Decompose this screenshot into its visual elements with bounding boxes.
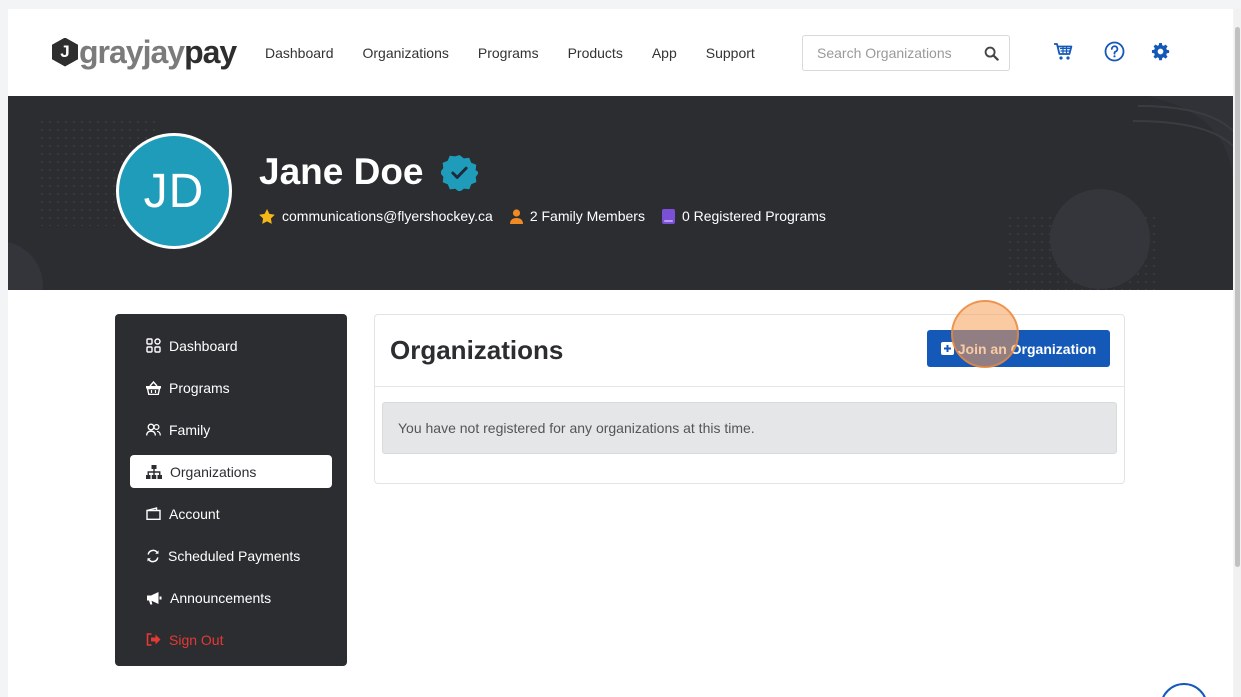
sign-out-icon (146, 633, 161, 646)
profile-email-item: communications@flyershockey.ca (259, 208, 493, 224)
logo-text: grayjaypay (79, 34, 237, 70)
empty-state-alert: You have not registered for any organiza… (382, 402, 1117, 454)
nav-link-app[interactable]: App (652, 45, 677, 61)
logo-badge: J (52, 37, 78, 67)
join-organization-button[interactable]: Join an Organization (927, 330, 1110, 367)
sidebar-item-label: Programs (169, 379, 230, 396)
sidebar-item-label: Organizations (170, 463, 257, 480)
sidebar-item-programs[interactable]: Programs (130, 371, 332, 404)
profile-meta: communications@flyershockey.ca 2 Family … (259, 208, 843, 224)
plus-square-icon (940, 342, 954, 355)
star-icon (259, 208, 275, 224)
users-icon (146, 423, 161, 436)
profile-banner: JD Jane Doe communications@flyershockey.… (8, 96, 1233, 290)
profile-family-item: 2 Family Members (509, 208, 645, 224)
logo-text-part1: grayjay (79, 34, 185, 70)
sidebar-item-sign-out[interactable]: Sign Out (130, 623, 332, 656)
profile-email: communications@flyershockey.ca (282, 208, 493, 224)
sidebar-item-label: Account (169, 505, 220, 522)
sidebar-item-announcements[interactable]: Announcements (130, 581, 332, 614)
search-icon[interactable] (984, 46, 999, 61)
card-header: Organizations Join an Organization (375, 315, 1124, 387)
sidebar-item-family[interactable]: Family (130, 413, 332, 446)
sidebar-item-label: Scheduled Payments (168, 547, 301, 564)
sidebar-item-organizations[interactable]: Organizations (130, 455, 332, 488)
top-navbar: J grayjaypay Dashboard Organizations Pro… (8, 9, 1233, 96)
profile-programs-item: 0 Registered Programs (661, 208, 826, 224)
nav-link-dashboard[interactable]: Dashboard (265, 45, 334, 61)
profile-name: Jane Doe (259, 151, 424, 192)
nav-link-support[interactable]: Support (706, 45, 755, 61)
gear-icon[interactable] (1151, 42, 1170, 61)
join-organization-label: Join an Organization (957, 340, 1097, 357)
nav-link-organizations[interactable]: Organizations (363, 45, 449, 61)
logo-text-part2: pay (184, 34, 237, 70)
sitemap-icon (146, 464, 162, 479)
sidebar-item-label: Sign Out (169, 631, 224, 648)
grayjaypay-logo[interactable]: J grayjaypay (52, 34, 237, 70)
sidebar-item-account[interactable]: Account (130, 497, 332, 530)
sidebar-item-dashboard[interactable]: Dashboard (130, 329, 332, 362)
sidebar-item-scheduled-payments[interactable]: Scheduled Payments (130, 539, 332, 572)
user-icon (509, 208, 523, 224)
avatar: JD (116, 133, 232, 249)
wallet-icon (146, 507, 161, 520)
nav-links: Dashboard Organizations Programs Product… (265, 45, 784, 61)
cart-icon[interactable] (1053, 42, 1073, 61)
search-input[interactable] (803, 45, 978, 61)
profile-programs-count: 0 Registered Programs (681, 208, 826, 224)
nav-link-programs[interactable]: Programs (478, 45, 539, 61)
megaphone-icon (147, 591, 162, 604)
organizations-card: Organizations Join an Organization You h… (374, 314, 1125, 484)
page: J grayjaypay Dashboard Organizations Pro… (8, 9, 1233, 697)
help-icon[interactable] (1104, 41, 1125, 62)
sidebar: Dashboard Programs Family Organizations … (115, 314, 347, 666)
sidebar-item-label: Family (169, 421, 211, 438)
basket-icon (146, 380, 161, 395)
page-scrollbar[interactable] (1234, 9, 1241, 697)
sidebar-item-label: Dashboard (169, 337, 238, 354)
nav-link-products[interactable]: Products (568, 45, 623, 61)
book-icon (661, 208, 675, 224)
search-box (802, 35, 1010, 71)
scrollbar-thumb[interactable] (1235, 27, 1240, 567)
sidebar-item-label: Announcements (170, 589, 272, 606)
verified-badge-icon (441, 155, 478, 191)
page-title: Organizations (390, 335, 564, 365)
dashboard-icon (146, 338, 161, 353)
sync-icon (147, 549, 159, 562)
profile-family-count: 2 Family Members (529, 208, 645, 224)
